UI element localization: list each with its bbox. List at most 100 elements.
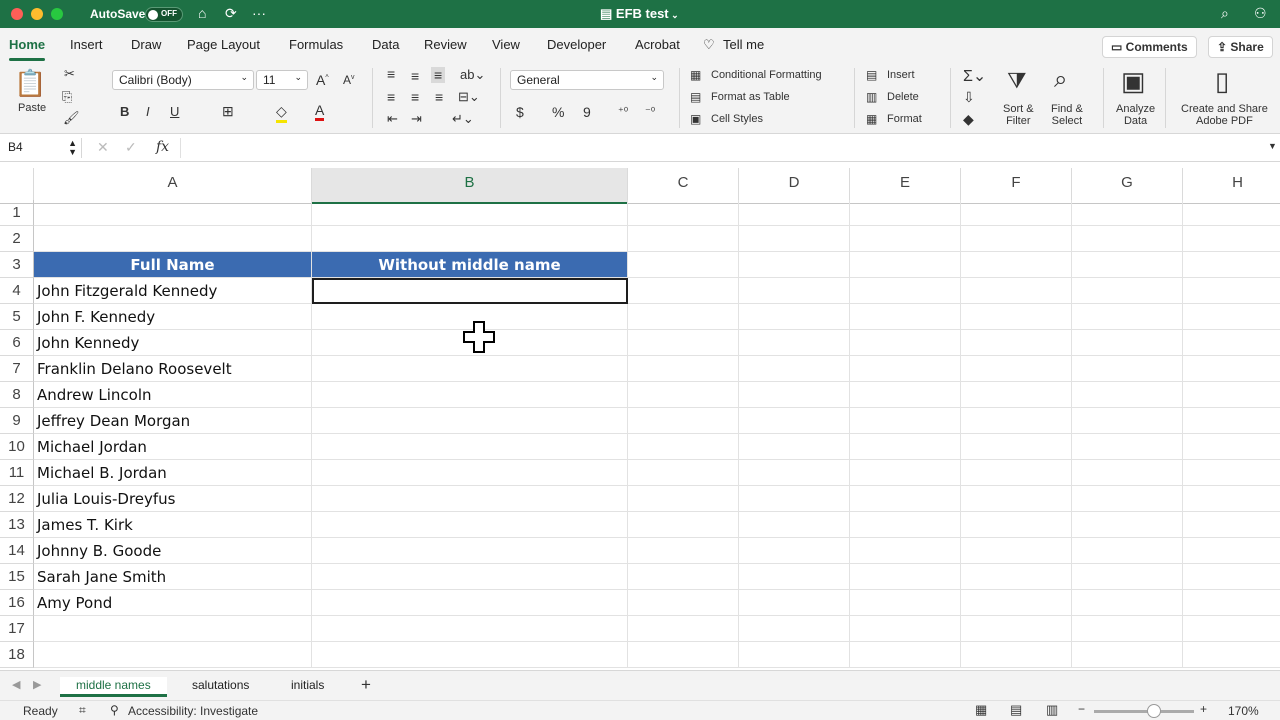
- cell[interactable]: [961, 252, 1072, 278]
- row-header[interactable]: 11: [0, 460, 34, 486]
- cell[interactable]: [312, 408, 628, 434]
- cell[interactable]: [961, 200, 1072, 226]
- cell[interactable]: [1183, 512, 1280, 538]
- cell[interactable]: [312, 564, 628, 590]
- cell[interactable]: [739, 538, 850, 564]
- name-cell[interactable]: Jeffrey Dean Morgan: [34, 408, 312, 434]
- comments-button[interactable]: ▭ Comments: [1102, 36, 1197, 58]
- sheet-tab-middle-names[interactable]: middle names: [60, 677, 167, 697]
- cell[interactable]: [739, 382, 850, 408]
- cell[interactable]: [961, 616, 1072, 642]
- cell[interactable]: [1183, 642, 1280, 668]
- format-as-table-button[interactable]: Format as Table: [711, 91, 790, 103]
- cell[interactable]: [850, 408, 961, 434]
- sheet-tab-salutations[interactable]: salutations: [176, 677, 265, 697]
- sort-filter-button[interactable]: Sort & Filter: [1003, 103, 1034, 127]
- align-right-icon[interactable]: ≡: [435, 89, 443, 105]
- cell[interactable]: [1072, 330, 1183, 356]
- search-icon[interactable]: ⌕: [1221, 5, 1229, 22]
- cell[interactable]: [1072, 642, 1183, 668]
- cell[interactable]: [739, 564, 850, 590]
- cell[interactable]: [739, 642, 850, 668]
- zoom-out-button[interactable]: −: [1078, 702, 1085, 716]
- cell[interactable]: [1072, 590, 1183, 616]
- column-header-a[interactable]: A: [34, 168, 312, 204]
- copy-icon[interactable]: ⎘: [62, 89, 72, 105]
- cell[interactable]: [628, 512, 739, 538]
- cell[interactable]: [1072, 278, 1183, 304]
- cell[interactable]: [312, 434, 628, 460]
- cell[interactable]: [1072, 304, 1183, 330]
- name-cell[interactable]: John Fitzgerald Kennedy: [34, 278, 312, 304]
- cell[interactable]: [739, 304, 850, 330]
- cell[interactable]: [312, 460, 628, 486]
- close-window-button[interactable]: [11, 8, 23, 20]
- increase-decimal-icon[interactable]: ⁺⁰: [618, 105, 628, 118]
- name-cell[interactable]: Julia Louis-Dreyfus: [34, 486, 312, 512]
- font-color-icon[interactable]: A: [315, 102, 325, 121]
- cell[interactable]: [850, 304, 961, 330]
- cell[interactable]: [961, 408, 1072, 434]
- cell[interactable]: [1183, 278, 1280, 304]
- row-header[interactable]: 5: [0, 304, 34, 330]
- name-cell[interactable]: Michael Jordan: [34, 434, 312, 460]
- table-header-cell[interactable]: Full Name: [34, 252, 312, 278]
- currency-button[interactable]: $: [516, 104, 524, 120]
- cell[interactable]: [961, 486, 1072, 512]
- cell[interactable]: [628, 200, 739, 226]
- number-format-select[interactable]: General ⌄: [510, 70, 664, 90]
- tab-review[interactable]: Review: [424, 37, 467, 52]
- cell[interactable]: [1072, 356, 1183, 382]
- cell[interactable]: [628, 330, 739, 356]
- tell-me-search[interactable]: Tell me: [723, 37, 764, 52]
- font-size-select[interactable]: 11 ⌄: [256, 70, 308, 90]
- cell[interactable]: [739, 434, 850, 460]
- cell[interactable]: [850, 382, 961, 408]
- clear-icon[interactable]: ◆: [963, 111, 974, 128]
- tab-draw[interactable]: Draw: [131, 37, 161, 52]
- analyze-data-button[interactable]: Analyze Data: [1116, 103, 1155, 127]
- cell[interactable]: [961, 304, 1072, 330]
- cell[interactable]: [628, 356, 739, 382]
- cell[interactable]: [850, 200, 961, 226]
- cell[interactable]: [628, 304, 739, 330]
- cell[interactable]: [739, 330, 850, 356]
- row-header[interactable]: 1: [0, 200, 34, 226]
- cell[interactable]: [1072, 538, 1183, 564]
- cell[interactable]: [312, 616, 628, 642]
- name-box[interactable]: B4 ▲ ▼: [0, 138, 82, 158]
- autosum-icon[interactable]: Σ⌄: [963, 66, 986, 86]
- zoom-slider-thumb[interactable]: [1147, 704, 1161, 718]
- cell[interactable]: [1183, 564, 1280, 590]
- row-header[interactable]: 10: [0, 434, 34, 460]
- cell[interactable]: [850, 486, 961, 512]
- paste-button[interactable]: Paste: [18, 102, 46, 114]
- cell[interactable]: [961, 460, 1072, 486]
- prev-sheet-icon[interactable]: ◀: [12, 678, 20, 691]
- cell[interactable]: [312, 486, 628, 512]
- row-header[interactable]: 17: [0, 616, 34, 642]
- text-orientation-icon[interactable]: ab⌄: [460, 67, 485, 83]
- cell[interactable]: [1183, 304, 1280, 330]
- align-left-icon[interactable]: ≡: [387, 89, 395, 105]
- name-cell[interactable]: John F. Kennedy: [34, 304, 312, 330]
- cell[interactable]: [961, 538, 1072, 564]
- enter-icon[interactable]: ✓: [125, 139, 137, 156]
- tab-acrobat[interactable]: Acrobat: [635, 37, 680, 52]
- active-cell-b4[interactable]: [312, 278, 628, 304]
- minimize-window-button[interactable]: [31, 8, 43, 20]
- cell[interactable]: [1072, 564, 1183, 590]
- cell[interactable]: [961, 564, 1072, 590]
- cell[interactable]: [1072, 252, 1183, 278]
- fill-color-icon[interactable]: ◇: [276, 103, 287, 123]
- formula-input[interactable]: [180, 138, 1260, 158]
- cell[interactable]: [961, 226, 1072, 252]
- cell[interactable]: [1072, 486, 1183, 512]
- cell[interactable]: [961, 512, 1072, 538]
- tab-home[interactable]: Home: [9, 37, 46, 61]
- cut-icon[interactable]: ✂: [64, 66, 75, 82]
- cell[interactable]: [961, 382, 1072, 408]
- cell[interactable]: [739, 486, 850, 512]
- row-header[interactable]: 13: [0, 512, 34, 538]
- name-cell[interactable]: Franklin Delano Roosevelt: [34, 356, 312, 382]
